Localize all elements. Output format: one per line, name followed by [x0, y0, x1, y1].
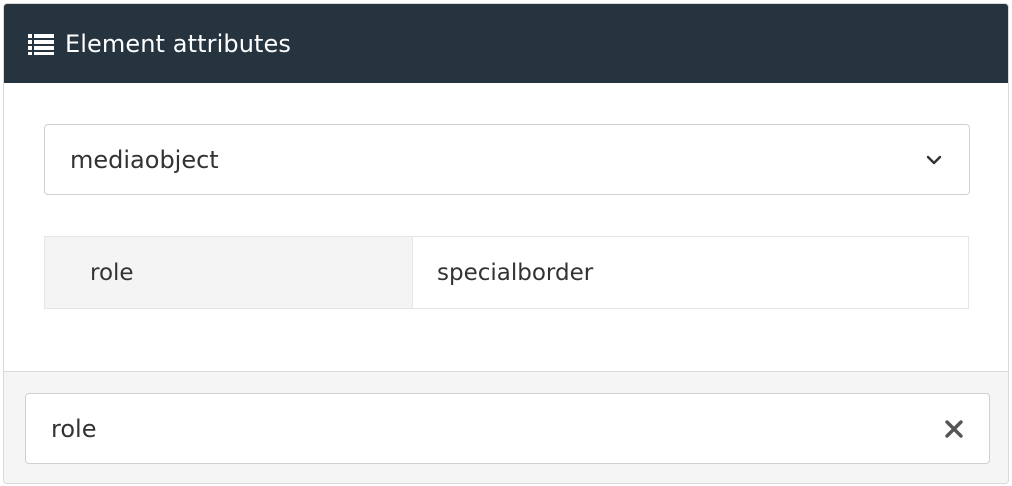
element-select[interactable]: mediaobject [44, 124, 970, 195]
list-icon [28, 33, 54, 55]
attribute-value[interactable]: specialborder [413, 237, 968, 308]
panel-body: mediaobject role specialborder [4, 83, 1008, 371]
attribute-filter-value: role [51, 414, 97, 443]
close-icon[interactable] [943, 418, 965, 440]
element-select-value: mediaobject [70, 145, 219, 174]
attribute-name: role [45, 237, 413, 308]
attribute-row: role specialborder [44, 236, 969, 309]
panel-footer: role [4, 371, 1008, 483]
attribute-filter-input[interactable]: role [25, 393, 990, 464]
chevron-down-icon [925, 151, 943, 169]
panel-title: Element attributes [65, 29, 291, 58]
panel-header: Element attributes [4, 4, 1008, 83]
element-attributes-panel: Element attributes mediaobject role spec… [3, 3, 1009, 484]
